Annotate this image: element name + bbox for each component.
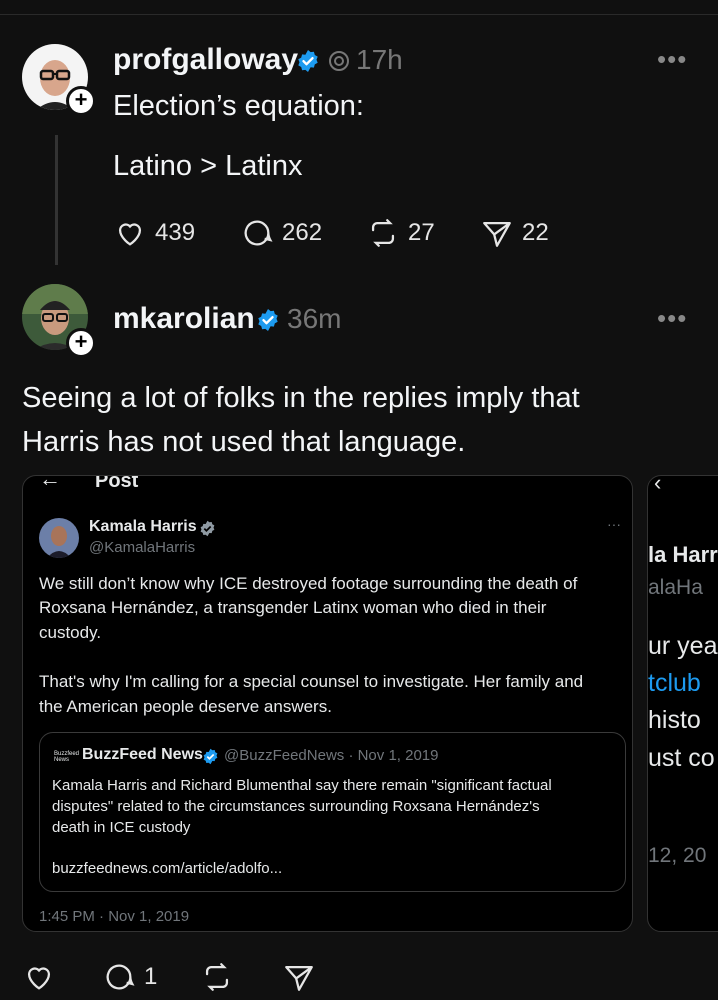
heart-icon (118, 223, 142, 246)
share-button[interactable] (282, 960, 316, 994)
repost-button[interactable] (200, 960, 234, 994)
post-username[interactable]: mkarolian (113, 302, 255, 336)
buzzfeed-logo: Buzzfeed News (54, 751, 80, 763)
embedded-screenshot[interactable]: ← Post Kamala Harris @KamalaHarris ··· W… (22, 475, 633, 932)
reply-button[interactable]: 262 (240, 216, 322, 250)
follow-plus-button[interactable]: + (66, 86, 96, 116)
quote-l2: disputes" related to the circumstances s… (52, 798, 540, 815)
embed-more-icon: ··· (607, 516, 621, 532)
embed-body1-l3: custody. (39, 623, 102, 642)
send-icon (285, 965, 313, 991)
verified-badge-icon (200, 520, 215, 537)
share-count: 22 (522, 219, 549, 246)
kamala-avatar (39, 518, 79, 558)
post-text-line2: Harris has not used that language. (22, 426, 466, 458)
embed-name: Kamala Harris (89, 518, 197, 535)
quote-l1: Kamala Harris and Richard Blumenthal say… (52, 777, 552, 794)
embed2-line6: ust co (648, 744, 715, 772)
embed-body2-l1: That's why I'm calling for a special cou… (39, 672, 584, 691)
embed-timestamp: 1:45 PM · Nov 1, 2019 (39, 908, 190, 925)
post-time: 36m (287, 303, 342, 334)
reply-count: 1 (144, 963, 158, 990)
repost-icon (371, 219, 395, 247)
top-divider (0, 14, 718, 15)
quote-meta: @BuzzFeedNews · Nov 1, 2019 (224, 747, 439, 764)
post-text-line1: Seeing a lot of folks in the replies imp… (22, 382, 580, 414)
thread-line (55, 135, 58, 265)
embed-body1-l1: We still don’t know why ICE destroyed fo… (39, 574, 578, 593)
comment-icon (244, 220, 273, 246)
embed-header: Post (95, 475, 139, 492)
quote-link: buzzfeednews.com/article/adolfo... (52, 860, 283, 877)
send-icon (483, 221, 511, 247)
reply-count: 262 (282, 219, 323, 246)
reply-button[interactable]: 1 (102, 960, 157, 994)
embed2-line3: ur yea (648, 632, 718, 660)
embed-handle: @KamalaHarris (89, 539, 196, 556)
repost-count: 27 (408, 219, 435, 246)
repost-icon (205, 963, 229, 991)
heart-icon (27, 967, 51, 990)
like-button[interactable] (22, 960, 56, 994)
embed2-line1: la Harr (648, 542, 718, 567)
embed2-line2: alaHa (648, 576, 703, 599)
embed-body2-l2: the American people deserve answers. (39, 697, 332, 716)
like-button[interactable]: 439 (113, 216, 195, 250)
verified-badge-icon (203, 748, 218, 765)
verified-badge-icon (298, 50, 318, 72)
more-options-icon[interactable]: ••• (657, 44, 687, 75)
quote-name: BuzzFeed News (82, 746, 203, 763)
share-button[interactable]: 22 (480, 216, 549, 250)
embedded-screenshot-2[interactable]: ‹ la Harr alaHa ur yea tclub histo ust c… (647, 475, 718, 932)
embed-body1-l2: Roxsana Hernández, a transgender Latinx … (39, 598, 547, 617)
repost-button[interactable]: 27 (366, 216, 435, 250)
post-text-line1: Election’s equation: (113, 90, 364, 122)
embed2-line7: 12, 20 (648, 844, 707, 867)
post-time: 17h (356, 44, 403, 75)
more-options-icon[interactable]: ••• (657, 303, 687, 334)
comment-icon (106, 964, 135, 990)
follow-plus-button[interactable]: + (66, 328, 96, 358)
threads-icon (329, 51, 349, 71)
quote-l3: death in ICE custody (52, 819, 191, 836)
quoted-post: Buzzfeed News BuzzFeed News @BuzzFeedNews… (39, 732, 626, 892)
post-username[interactable]: profgalloway (113, 43, 298, 77)
embed2-line4: tclub (648, 669, 701, 697)
back-arrow-icon: ← (39, 475, 61, 491)
post-text-line2: Latino > Latinx (113, 150, 303, 182)
like-count: 439 (155, 219, 196, 246)
verified-badge-icon (258, 309, 278, 331)
back-arrow-fragment: ‹ (654, 475, 662, 495)
embed2-line5: histo (648, 706, 701, 734)
